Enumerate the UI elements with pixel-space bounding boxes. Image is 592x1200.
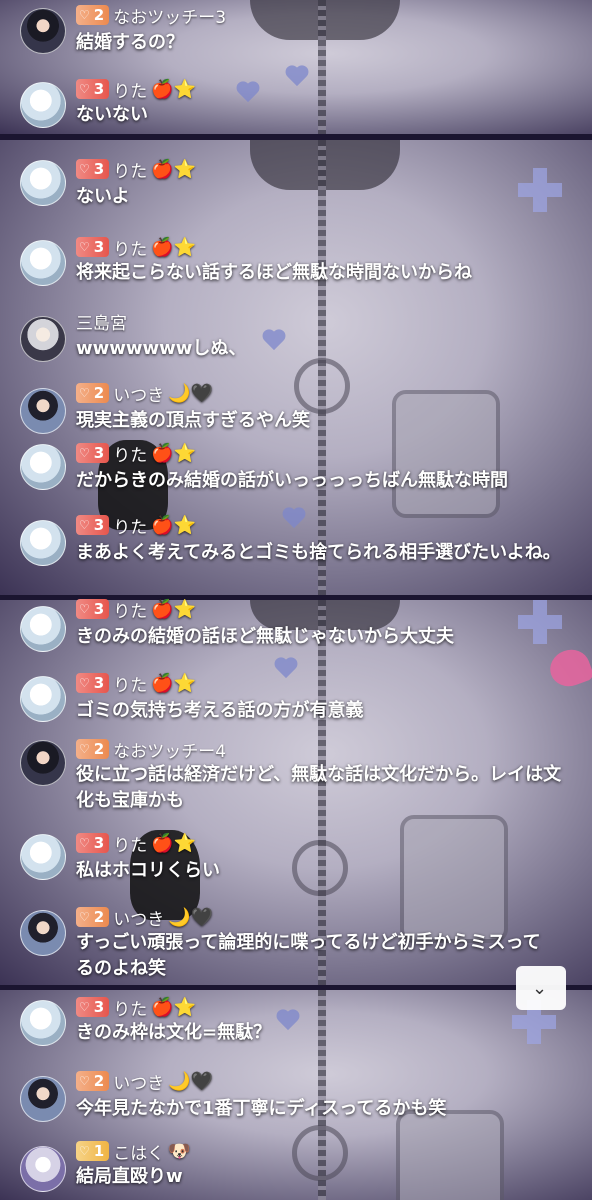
username[interactable]: りた [113, 597, 147, 622]
broken-heart-icon: ♡ [79, 836, 90, 850]
message-text: 私はホコリくらい [76, 860, 220, 881]
avatar[interactable] [20, 240, 66, 286]
avatar[interactable] [20, 388, 66, 434]
broken-heart-icon: ♡ [79, 446, 90, 460]
broken-heart-icon: ♡ [79, 676, 90, 690]
avatar[interactable] [20, 316, 66, 362]
level-badge: ♡ 3 [76, 599, 110, 619]
message-text: 現実主義の頂点すぎるやん笑 [76, 410, 310, 431]
level-badge: ♡ 2 [76, 1071, 110, 1091]
username[interactable]: りた [113, 157, 147, 182]
username[interactable]: りた [113, 995, 147, 1020]
avatar[interactable] [20, 1146, 66, 1192]
message-text: だからきのみ結婚の話がいっっっっちばん無駄な時間 [76, 470, 508, 491]
apple-star-emoji: 🍎⭐ [151, 514, 197, 536]
username[interactable]: りた [113, 513, 147, 538]
message-text: 結局直殴りw [76, 1166, 183, 1187]
avatar[interactable] [20, 82, 66, 128]
level-badge: ♡ 3 [76, 443, 110, 463]
username[interactable]: なおツッチー4 [113, 737, 226, 762]
dog-emoji: 🐶 [168, 1140, 191, 1162]
avatar[interactable] [20, 1076, 66, 1122]
message-text: ゴミの気持ち考える話の方が有意義 [76, 700, 364, 721]
avatar[interactable] [20, 1000, 66, 1046]
message-text: wwwwwwwしぬ、 [76, 338, 247, 359]
message-text: すっごい頑張って論理的に喋ってるけど初手からミスってるのよね笑 [76, 932, 541, 979]
avatar[interactable] [20, 520, 66, 566]
avatar[interactable] [20, 910, 66, 956]
username[interactable]: こはく [113, 1139, 164, 1164]
avatar[interactable] [20, 160, 66, 206]
apple-star-emoji: 🍎⭐ [151, 442, 197, 464]
username[interactable]: りた [113, 441, 147, 466]
level-badge: ♡ 3 [76, 79, 110, 99]
broken-heart-icon: ♡ [79, 82, 90, 96]
broken-heart-icon: ♡ [79, 1074, 90, 1088]
broken-heart-icon: ♡ [79, 910, 90, 924]
avatar[interactable] [20, 444, 66, 490]
username[interactable]: りた [113, 831, 147, 856]
avatar[interactable] [20, 740, 66, 786]
level-badge: ♡ 3 [76, 237, 110, 257]
message-text: まあよく考えてみるとゴミも捨てられる相手選びたいよね。 [76, 542, 561, 563]
apple-star-emoji: 🍎⭐ [151, 158, 197, 180]
chevron-down-icon: ⌄ [532, 978, 548, 999]
level-badge: ♡ 3 [76, 515, 110, 535]
username[interactable]: いつき [113, 381, 164, 406]
apple-star-emoji: 🍎⭐ [151, 78, 197, 100]
apple-star-emoji: 🍎⭐ [151, 598, 197, 620]
broken-heart-icon: ♡ [79, 162, 90, 176]
level-badge: ♡ 3 [76, 997, 110, 1017]
username[interactable]: いつき [113, 905, 164, 930]
scroll-to-latest-button[interactable]: ⌄ [516, 966, 566, 1010]
message-text: 今年見たなかで1番丁寧にディスってるかも笑 [76, 1098, 447, 1119]
message-text: 結婚するの？ [76, 32, 184, 53]
level-badge: ♡ 2 [76, 383, 110, 403]
username[interactable]: りた [113, 77, 147, 102]
level-badge: ♡ 3 [76, 159, 110, 179]
broken-heart-icon: ♡ [79, 1000, 90, 1014]
apple-star-emoji: 🍎⭐ [151, 996, 197, 1018]
message-text: 将来起こらない話するほど無駄な時間ないからね [76, 262, 472, 283]
message-text: 役に立つ話は経済だけど、無駄な話は文化だから。レイは文化も宝庫かも [76, 764, 562, 811]
moon-heart-emoji: 🌙🖤 [168, 382, 214, 404]
level-badge: ♡ 2 [76, 907, 110, 927]
level-badge: ♡ 2 [76, 739, 110, 759]
level-badge: ♡ 3 [76, 833, 110, 853]
broken-heart-icon: ♡ [79, 742, 90, 756]
username[interactable]: いつき [113, 1069, 164, 1094]
level-badge: ♡ 3 [76, 673, 110, 693]
avatar[interactable] [20, 676, 66, 722]
message-text: ないない [76, 104, 148, 125]
broken-heart-icon: ♡ [79, 602, 90, 616]
avatar[interactable] [20, 606, 66, 652]
level-badge: ♡ 2 [76, 5, 110, 25]
broken-heart-icon: ♡ [79, 8, 90, 22]
avatar[interactable] [20, 8, 66, 54]
message-text: きのみの結婚の話ほど無駄じゃないから大丈夫 [76, 626, 454, 647]
broken-heart-icon: ♡ [79, 386, 90, 400]
level-badge: ♡ 1 [76, 1141, 110, 1161]
broken-heart-icon: ♡ [79, 240, 90, 254]
avatar[interactable] [20, 834, 66, 880]
message-text: きのみ枠は文化=無駄？ [76, 1022, 272, 1043]
username[interactable]: りた [113, 671, 147, 696]
broken-heart-icon: ♡ [79, 1144, 90, 1158]
message-text: ないよ [76, 186, 130, 207]
apple-star-emoji: 🍎⭐ [151, 832, 197, 854]
apple-star-emoji: 🍎⭐ [151, 672, 197, 694]
broken-heart-icon: ♡ [79, 518, 90, 532]
moon-heart-emoji: 🌙🖤 [168, 906, 214, 928]
username[interactable]: りた [113, 235, 147, 260]
moon-heart-emoji: 🌙🖤 [168, 1070, 214, 1092]
username[interactable]: 三島宮 [76, 309, 127, 334]
username[interactable]: なおツッチー3 [113, 3, 226, 28]
apple-star-emoji: 🍎⭐ [151, 236, 197, 258]
